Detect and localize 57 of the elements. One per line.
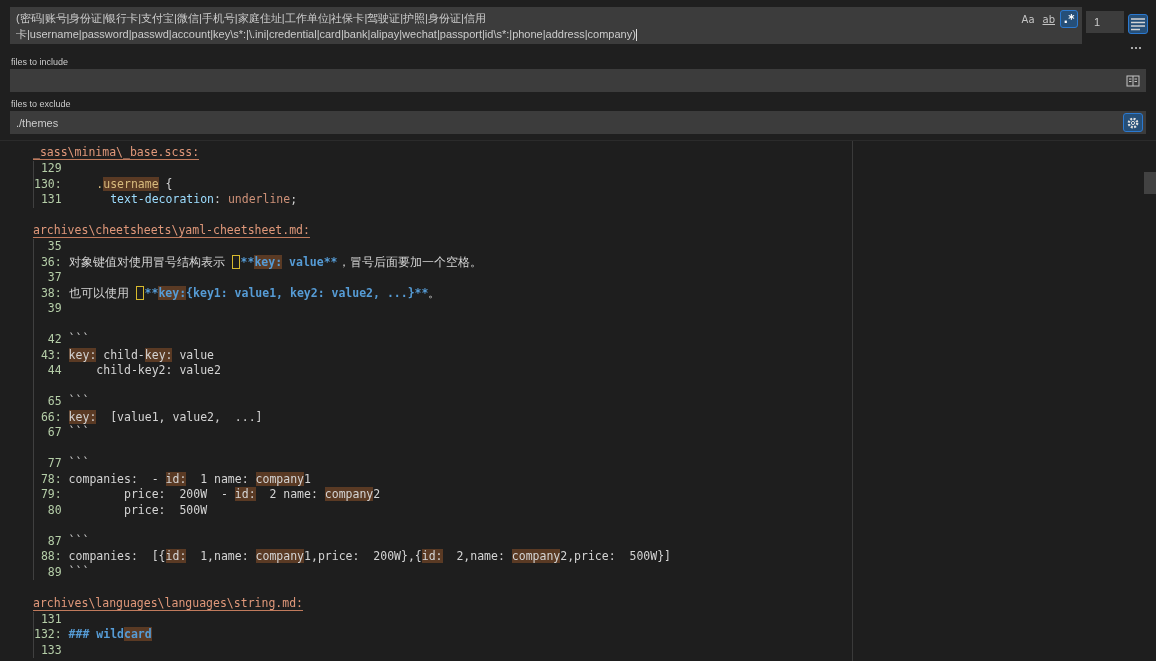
line-number: 133: [39, 642, 62, 658]
line-number: 80: [46, 502, 62, 518]
line-number: 131: [39, 192, 62, 208]
search-field[interactable]: (密码|账号|身份证|银行卡|支付宝|微信|手机号|家庭住址|工作单位|社保卡|驾驶证|护照|身份证|信用卡|username|password|passwd|account|key\s*:|\.ini|credential|card|bank|alipay|wechat|passport|id\s*:|phone|address|company) Aa ab .*: [10, 7, 1082, 44]
include-field[interactable]: [10, 69, 1146, 92]
file-path[interactable]: archives\cheetsheets\yaml-cheetsheet.md:: [33, 223, 310, 238]
code-line[interactable]: text-decoration: underline;: [68, 192, 298, 208]
code-line[interactable]: 对象键值对使用冒号结构表示 **key: value**，冒号后面要加一个空格。: [68, 254, 482, 270]
code-line[interactable]: ```: [68, 533, 90, 549]
gear-icon[interactable]: [1123, 113, 1143, 132]
code-line[interactable]: ```: [68, 332, 90, 348]
code-line[interactable]: price: 500W: [68, 502, 208, 518]
line-number: 38:: [39, 285, 62, 301]
line-number: 78:: [39, 471, 62, 487]
line-number: 67: [46, 425, 62, 441]
code-line[interactable]: ```: [68, 425, 90, 441]
line-number: 66:: [39, 409, 62, 425]
context-lines-toggle[interactable]: [1128, 14, 1148, 34]
line-number: 43:: [39, 347, 62, 363]
file-path[interactable]: archives\languages\languages\string.md:: [33, 595, 304, 611]
code-line[interactable]: key: [value1, value2, ...]: [68, 409, 263, 425]
line-number: 132:: [34, 627, 62, 643]
file-path[interactable]: _sass\minima\_base.scss:: [33, 145, 200, 160]
context-lines-field[interactable]: 1: [1086, 11, 1124, 33]
field-label: files to include: [11, 56, 69, 68]
code-line[interactable]: ### wildcard: [68, 627, 152, 643]
code-line[interactable]: key: child-key: value: [68, 347, 215, 363]
regex-toggle[interactable]: .*: [1060, 10, 1078, 28]
code-line[interactable]: child-key2: value2: [68, 363, 221, 379]
line-number: 36:: [39, 254, 62, 270]
line-number: 89: [46, 564, 62, 580]
line-number: 65: [46, 394, 62, 410]
code-line[interactable]: ```: [68, 394, 90, 410]
line-number: 129: [39, 161, 62, 177]
line-number: 35: [46, 239, 62, 255]
line-number: 42: [46, 332, 62, 348]
code-line[interactable]: 也可以使用 **key:{key1: value1, key2: value2, ...}**。: [68, 285, 441, 301]
scrollbar-thumb[interactable]: [1144, 172, 1156, 194]
code-line[interactable]: ```: [68, 564, 90, 580]
whole-word-toggle[interactable]: ab: [1039, 10, 1058, 28]
line-number: 87: [46, 533, 62, 549]
code-line[interactable]: ```: [68, 456, 90, 472]
line-number: 77: [46, 456, 62, 472]
line-number: 44: [46, 363, 62, 379]
line-number: 39: [46, 301, 62, 317]
line-number: 131: [39, 611, 62, 627]
code-line[interactable]: companies: [{id: 1,name: company1,price: 200W},{id: 2,name: company2,price: 500W}]: [68, 549, 672, 565]
code-line[interactable]: companies: - id: 1 name: company1: [68, 471, 311, 487]
line-number: 88:: [39, 549, 62, 565]
field-label: files to exclude: [11, 98, 71, 110]
line-number: 130:: [34, 176, 62, 192]
code-line[interactable]: price: 200W - id: 2 name: company2: [68, 487, 381, 503]
more-icon[interactable]: [1130, 46, 1142, 50]
line-number: 79:: [39, 487, 62, 503]
exclude-field[interactable]: ./themes: [10, 111, 1146, 134]
line-number: 37: [46, 270, 62, 286]
match-case-toggle[interactable]: Aa: [1018, 10, 1038, 28]
